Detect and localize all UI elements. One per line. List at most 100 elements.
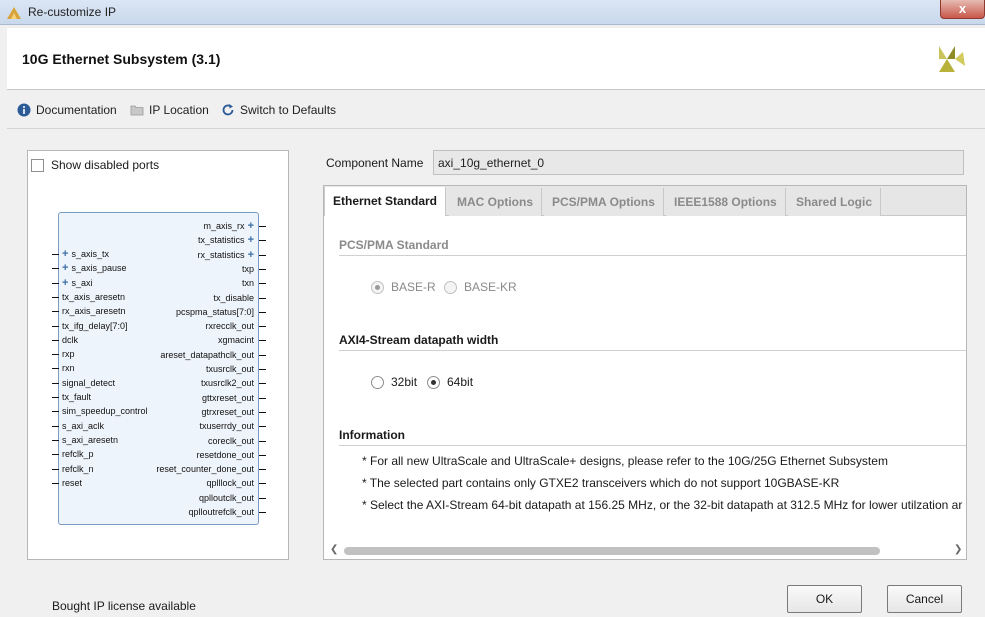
port-label: tx_statistics — [198, 235, 245, 246]
port-label: dclk — [62, 334, 79, 345]
port-label: qplloutclk_out — [198, 492, 254, 503]
port-label: reset — [62, 477, 83, 488]
port-label: txp — [241, 263, 254, 274]
show-disabled-ports-checkbox[interactable]: Show disabled ports — [31, 158, 159, 172]
port-pin — [259, 497, 266, 499]
close-button[interactable]: x — [940, 0, 985, 19]
tab-ieee1588-options[interactable]: IEEE1588 Options — [666, 188, 786, 216]
port-label: gttxreset_out — [201, 392, 254, 403]
port-label: s_axi — [71, 277, 93, 288]
ip-location-button[interactable]: IP Location — [130, 103, 209, 117]
port-label: refclk_p — [62, 449, 94, 460]
port-left: + s_axi — [62, 277, 93, 289]
ok-button[interactable]: OK — [787, 585, 862, 613]
tab-strip: Ethernet Standard MAC Options PCS/PMA Op… — [324, 186, 966, 216]
port-label: rxn — [62, 363, 75, 374]
port-label: coreclk_out — [207, 435, 254, 446]
folder-icon — [130, 105, 144, 116]
base-kr-radio[interactable]: BASE-KR — [444, 280, 517, 294]
port-label: txn — [241, 278, 254, 289]
port-pin — [259, 469, 266, 471]
radio-dot — [431, 379, 436, 385]
port-left: refclk_n — [62, 464, 94, 475]
port-label: s_axis_pause — [71, 263, 127, 274]
component-name-input[interactable] — [433, 150, 964, 175]
port-pin — [52, 382, 59, 384]
port-left: s_axi_aclk — [62, 421, 104, 432]
base-r-label: BASE-R — [391, 280, 436, 294]
xilinx-logo-icon — [939, 46, 965, 72]
port-pin — [259, 283, 266, 285]
port-label: m_axis_rx — [203, 221, 245, 231]
port-left: reset — [62, 478, 82, 489]
component-name-label: Component Name — [326, 156, 424, 170]
switch-defaults-button[interactable]: Switch to Defaults — [221, 103, 336, 117]
refresh-icon — [222, 104, 234, 116]
port-pin — [52, 425, 59, 427]
port-label: rxp — [62, 349, 75, 360]
radio-button[interactable] — [371, 280, 384, 294]
expand-bus-icon[interactable]: + — [245, 234, 254, 246]
expand-bus-icon[interactable]: + — [245, 220, 254, 232]
info-line: * The selected part contains only GTXE2 … — [362, 476, 840, 490]
port-label: xgmacint — [217, 335, 254, 346]
base-r-radio[interactable]: BASE-R — [371, 280, 436, 294]
port-pin — [259, 297, 266, 299]
port-right: reset_counter_done_out — [156, 464, 254, 475]
port-label: areset_datapathclk_out — [160, 349, 254, 360]
port-label: tx_fault — [62, 392, 92, 402]
port-right: rx_statistics + — [197, 249, 255, 261]
port-pin — [259, 354, 266, 356]
port-pin — [259, 426, 266, 428]
cancel-button[interactable]: Cancel — [887, 585, 962, 613]
port-right: gttxreset_out — [202, 393, 254, 404]
horizontal-scrollbar[interactable]: ❮ ❯ — [328, 544, 964, 558]
radio-button[interactable] — [371, 375, 384, 389]
scrollbar-thumb[interactable] — [344, 547, 880, 555]
port-label: tx_disable — [213, 292, 254, 303]
ip-block-symbol: + s_axis_tx + s_axis_pause + s_axi tx_axis_… — [52, 212, 266, 525]
port-right: txusrclk2_out — [201, 378, 254, 389]
radio-button[interactable] — [427, 375, 440, 389]
port-pin — [52, 325, 59, 327]
port-pin — [259, 311, 266, 313]
port-left: tx_axis_aresetn — [62, 292, 125, 303]
tab-ethernet-standard[interactable]: Ethernet Standard — [324, 187, 447, 216]
port-left: tx_fault — [62, 392, 91, 403]
port-label: rx_statistics — [197, 249, 245, 260]
port-label: s_axis_tx — [71, 249, 110, 259]
port-label: txuserrdy_out — [199, 421, 254, 432]
port-right: pcspma_status[7:0] — [176, 307, 254, 318]
options-panel: Ethernet Standard MAC Options PCS/PMA Op… — [323, 185, 967, 560]
32bit-radio[interactable]: 32bit — [371, 375, 417, 389]
port-left: rxp — [62, 349, 75, 360]
port-right: qplloutrefclk_out — [188, 507, 254, 518]
port-left: rx_axis_aresetn — [62, 306, 126, 317]
tab-mac-options[interactable]: MAC Options — [449, 188, 542, 216]
scroll-right-icon[interactable]: ❯ — [954, 544, 962, 555]
tab-pcs-pma-options[interactable]: PCS/PMA Options — [544, 188, 664, 216]
tab-shared-logic[interactable]: Shared Logic — [788, 188, 882, 216]
port-right: txp — [242, 264, 254, 275]
64bit-label: 64bit — [447, 375, 474, 389]
info-line: * For all new UltraScale and UltraScale+… — [362, 454, 888, 468]
port-right: gtrxreset_out — [201, 407, 254, 418]
vivado-app-icon — [7, 7, 21, 19]
port-pin — [52, 454, 59, 456]
port-right: txn — [242, 278, 254, 289]
pcs-pma-standard-title: PCS/PMA Standard — [339, 238, 449, 252]
radio-button[interactable] — [444, 280, 457, 294]
port-label: rxrecclk_out — [205, 321, 254, 332]
checkbox-box[interactable] — [31, 158, 44, 172]
port-left: refclk_p — [62, 449, 94, 460]
64bit-radio[interactable]: 64bit — [427, 375, 473, 389]
window-title: Re-customize IP — [28, 5, 117, 19]
axi-stream-width-title: AXI4-Stream datapath width — [339, 333, 499, 347]
port-label: txusrclk2_out — [200, 378, 254, 389]
expand-bus-icon[interactable]: + — [245, 249, 254, 261]
scroll-left-icon[interactable]: ❮ — [330, 544, 338, 555]
documentation-button[interactable]: Documentation — [17, 103, 117, 117]
dialog-header: 10G Ethernet Subsystem (3.1) — [7, 28, 985, 90]
port-pin — [52, 254, 59, 255]
port-left: rxn — [62, 363, 75, 374]
